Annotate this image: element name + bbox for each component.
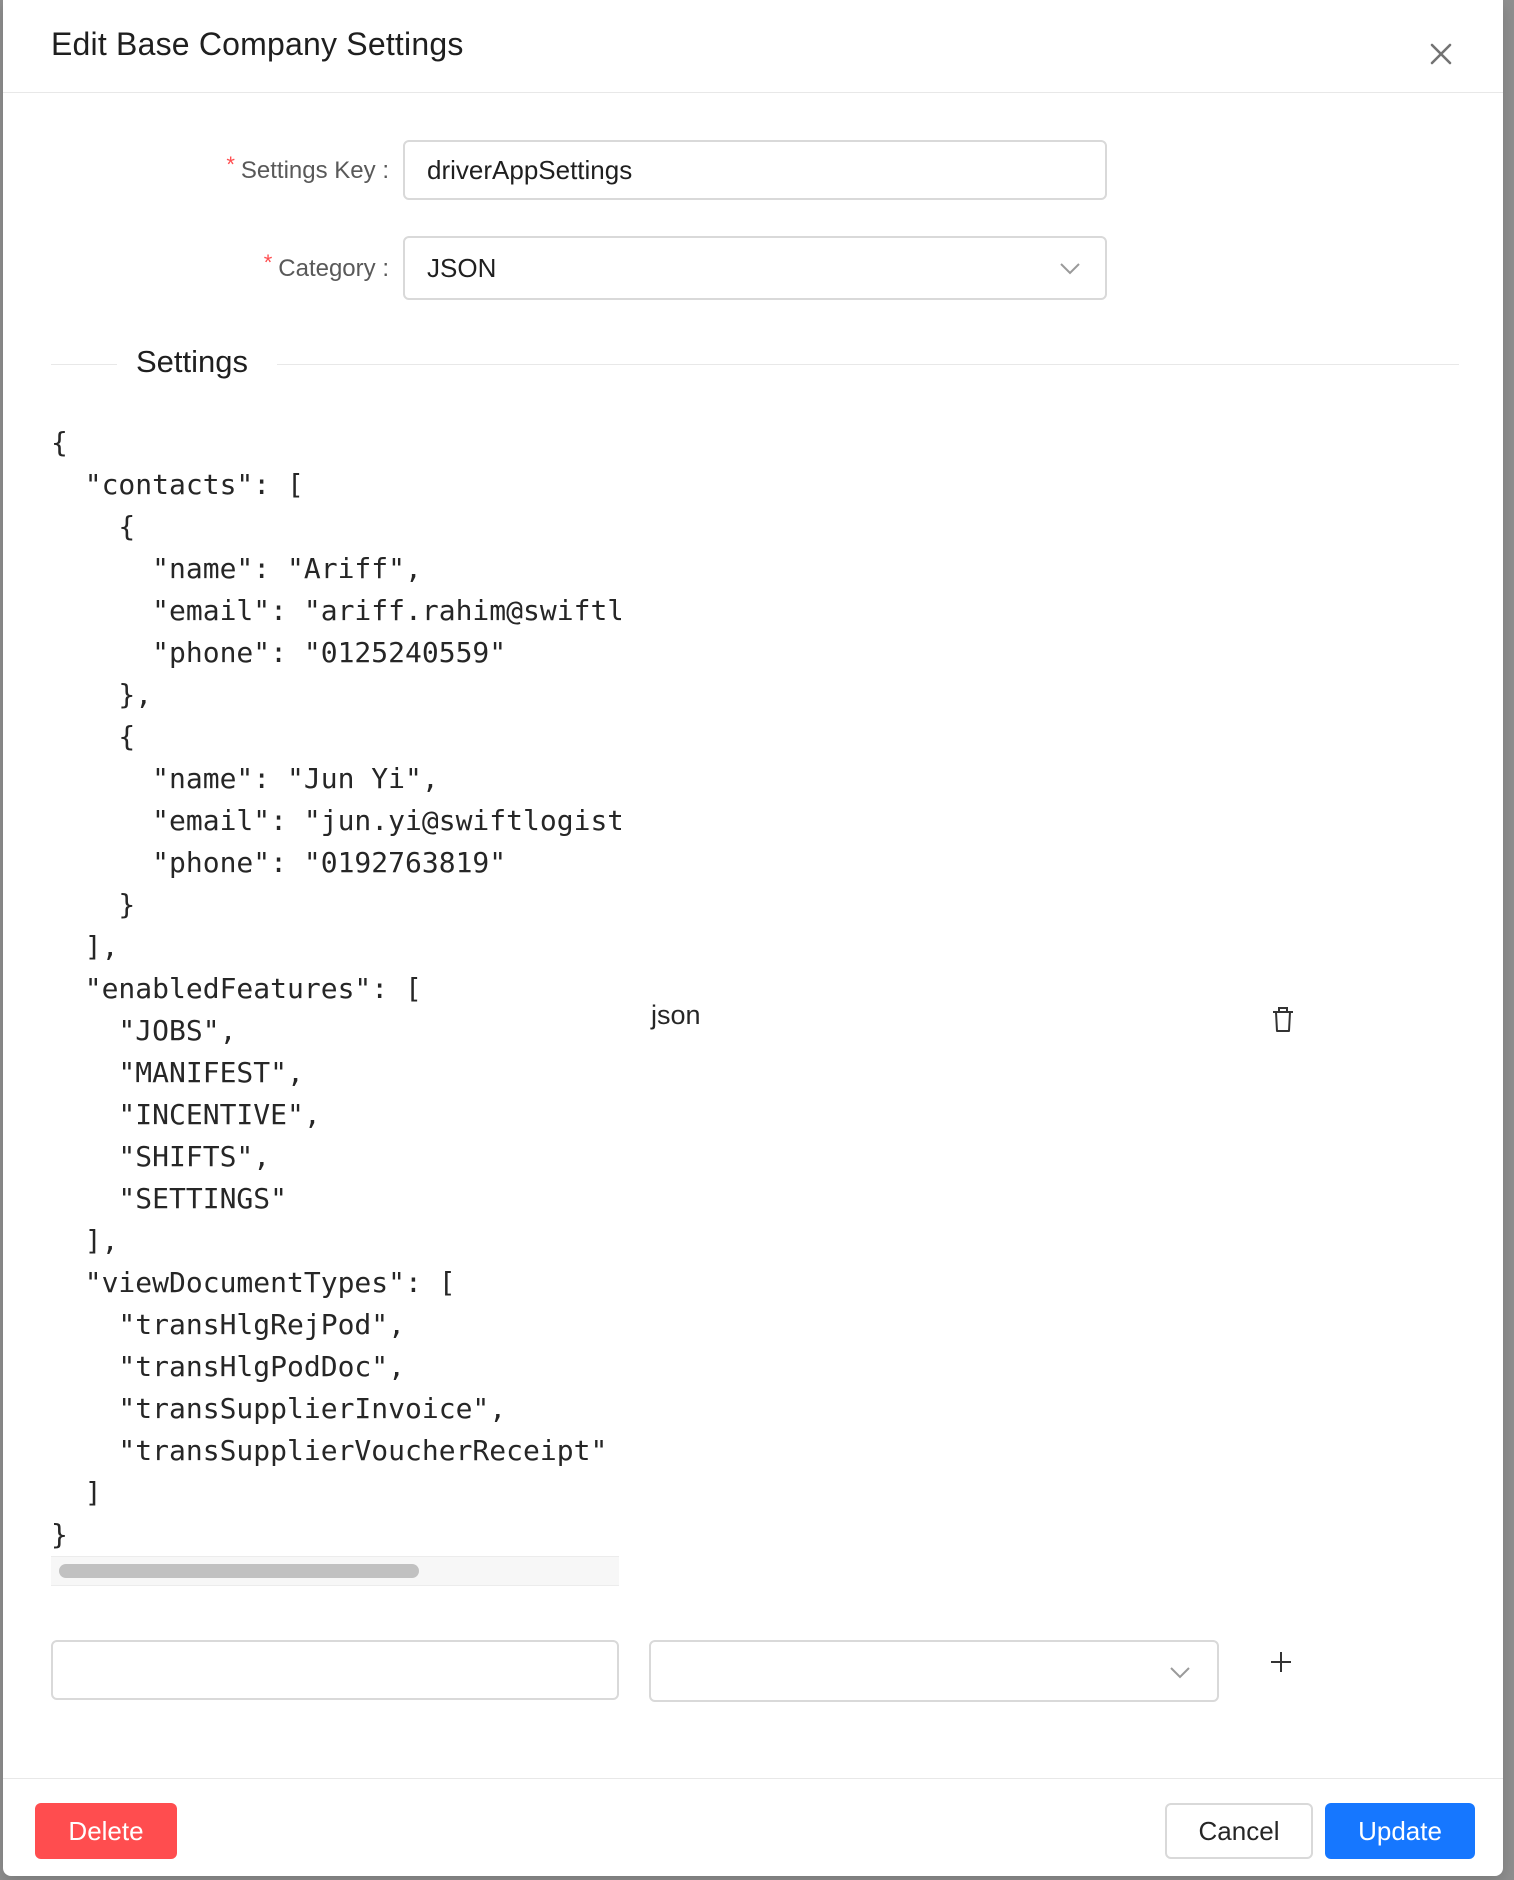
divider-left: [51, 364, 117, 365]
modal-header: Edit Base Company Settings: [3, 0, 1503, 93]
code-line: "transSupplierVoucherReceipt": [51, 1434, 608, 1467]
delete-setting-button[interactable]: [1270, 1005, 1296, 1035]
category-value: JSON: [427, 252, 497, 283]
code-line: "transSupplierInvoice",: [51, 1392, 507, 1425]
code-line: ],: [51, 1224, 119, 1257]
code-line: }: [51, 888, 136, 921]
divider-right: [277, 364, 1459, 365]
setting-type-label: json: [651, 1000, 701, 1030]
close-button[interactable]: [1423, 36, 1459, 72]
code-line: },: [51, 678, 153, 711]
category-label: * Category :: [263, 250, 389, 282]
cancel-button[interactable]: Cancel: [1165, 1803, 1313, 1859]
chevron-down-icon: [1170, 1667, 1190, 1679]
code-line: "MANIFEST",: [51, 1056, 304, 1089]
modal-footer: Delete Cancel Update: [3, 1778, 1503, 1877]
code-line: "viewDocumentTypes": [: [51, 1266, 456, 1299]
code-line: "SETTINGS": [51, 1182, 288, 1215]
code-line: {: [51, 720, 136, 753]
code-line: "email": "jun.yi@swiftlogist: [51, 804, 621, 837]
code-line: "contacts": [: [51, 468, 304, 501]
plus-icon: [1271, 1652, 1291, 1672]
code-line: "name": "Ariff",: [51, 552, 422, 585]
horizontal-scrollbar[interactable]: [51, 1556, 619, 1586]
close-icon: [1430, 43, 1452, 65]
code-line: "phone": "0125240559": [51, 636, 507, 669]
required-mark: *: [226, 152, 235, 177]
category-select[interactable]: JSON: [403, 236, 1107, 300]
scrollbar-thumb[interactable]: [59, 1564, 419, 1578]
json-code-editor[interactable]: { "contacts": [ { "name": "Ariff", "emai…: [51, 422, 621, 1552]
settings-key-input[interactable]: driverAppSettings: [403, 140, 1107, 200]
modal-title: Edit Base Company Settings: [51, 26, 464, 62]
code-line: {: [51, 510, 136, 543]
new-setting-key-input[interactable]: [51, 1640, 619, 1700]
code-line: "JOBS",: [51, 1014, 237, 1047]
update-button[interactable]: Update: [1325, 1803, 1475, 1859]
code-line: ]: [51, 1476, 102, 1509]
settings-key-value: driverAppSettings: [427, 154, 633, 185]
code-line: {: [51, 426, 68, 459]
settings-section-title: Settings: [136, 344, 249, 379]
code-line: "name": "Jun Yi",: [51, 762, 439, 795]
code-line: }: [51, 1518, 68, 1551]
required-mark: *: [263, 250, 273, 275]
code-line: "enabledFeatures": [: [51, 972, 422, 1005]
code-line: "SHIFTS",: [51, 1140, 271, 1173]
code-line: ],: [51, 930, 119, 963]
code-line: "email": "ariff.rahim@swiftl: [51, 594, 621, 627]
trash-icon: [1273, 1007, 1293, 1032]
chevron-down-icon: [1060, 263, 1080, 275]
code-line: "transHlgPodDoc",: [51, 1350, 406, 1383]
settings-key-label: * Settings Key :: [226, 152, 389, 184]
code-line: "phone": "0192763819": [51, 846, 507, 879]
edit-settings-modal: Edit Base Company Settings * Settings Key…: [3, 0, 1503, 1876]
code-line: "INCENTIVE",: [51, 1098, 321, 1131]
add-setting-button[interactable]: [1267, 1648, 1295, 1676]
delete-button[interactable]: Delete: [35, 1803, 177, 1859]
code-line: "transHlgRejPod",: [51, 1308, 406, 1341]
new-setting-type-select[interactable]: [649, 1640, 1219, 1702]
